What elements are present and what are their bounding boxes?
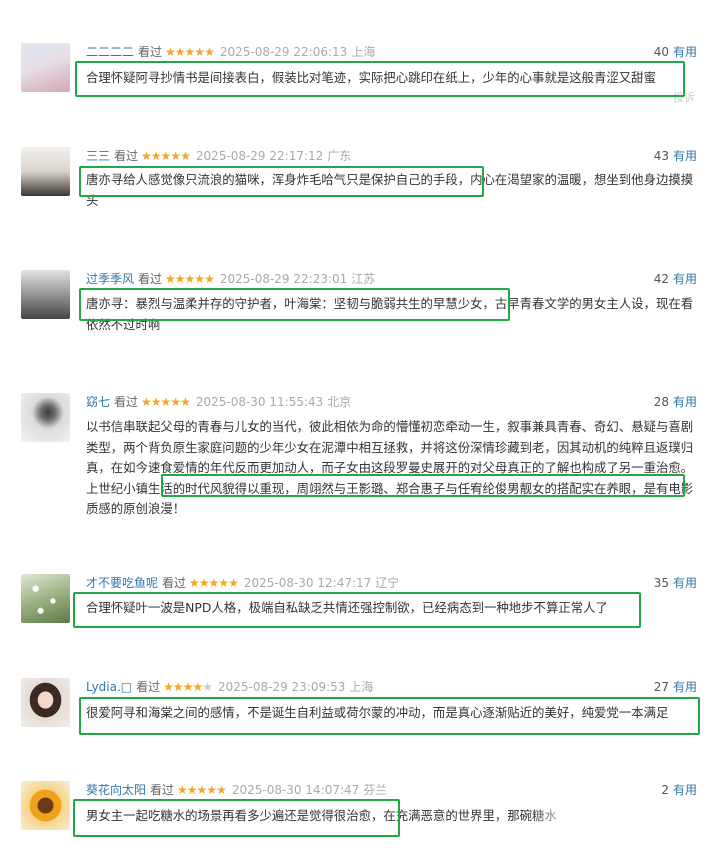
review-location: 广东 xyxy=(327,149,352,163)
watched-label: 看过 xyxy=(114,395,139,409)
rating-stars: ★★★★★ xyxy=(177,783,227,797)
watched-label: 看过 xyxy=(138,272,163,286)
review-text: 很爱阿寻和海棠之间的感情，不是诞生自利益或荷尔蒙的冲动，而是真心逐渐贴近的美好，… xyxy=(86,705,669,720)
username-link[interactable]: 葵花向太阳 xyxy=(86,783,146,797)
useful-votes: 2 有用 xyxy=(661,782,697,798)
report-link[interactable]: 投诉 xyxy=(673,89,695,105)
avatar[interactable] xyxy=(21,678,70,727)
useful-votes: 28 有用 xyxy=(654,394,697,410)
review-location: 上海 xyxy=(351,45,376,59)
review-time: 2025-08-30 12:47:17 xyxy=(243,576,372,590)
review-meta: 过季季风 看过 ★★★★★ 2025-08-29 22:23:01 江苏 xyxy=(86,271,375,287)
useful-votes: 27 有用 xyxy=(654,679,697,695)
review-location: 北京 xyxy=(327,395,352,409)
username-link[interactable]: Lydia.□ xyxy=(86,680,132,694)
review-meta: 窈七 看过 ★★★★★ 2025-08-30 11:55:43 北京 xyxy=(86,394,351,410)
useful-votes: 35 有用 xyxy=(654,575,697,591)
rating-stars: ★★★★★ xyxy=(163,680,213,694)
avatar[interactable] xyxy=(21,393,70,442)
review-location: 辽宁 xyxy=(375,576,400,590)
username-link[interactable]: 才不要吃鱼呢 xyxy=(86,576,158,590)
review-item: 葵花向太阳 看过 ★★★★★ 2025-08-30 14:07:47 芬兰 2 有用 男女… xyxy=(0,781,709,841)
review-time: 2025-08-29 22:23:01 xyxy=(219,272,348,286)
avatar[interactable] xyxy=(21,147,70,196)
vote-count: 43 xyxy=(653,149,669,163)
review-meta: 才不要吃鱼呢 看过 ★★★★★ 2025-08-30 12:47:17 辽宁 xyxy=(86,575,399,591)
review-text: 唐亦寻：暴烈与温柔并存的守护者，叶海棠：坚韧与脆弱共生的早慧少女，古早青春文学的… xyxy=(86,296,694,332)
review-text: 合理怀疑叶一波是NPD人格，极端自私缺乏共情还强控制欲，已经病态到一种地步不算正… xyxy=(86,600,608,615)
review-text: 唐亦寻给人感觉像只流浪的猫咪，浑身炸毛哈气只是保护自己的手段，内心在渴望家的温暖… xyxy=(86,172,694,208)
review-meta: 三三 看过 ★★★★★ 2025-08-29 22:17:12 广东 xyxy=(86,148,351,164)
useful-votes: 43 有用 xyxy=(654,148,697,164)
watched-label: 看过 xyxy=(138,45,163,59)
useful-votes: 40 有用 xyxy=(654,44,697,60)
rating-stars: ★★★★★ xyxy=(141,395,191,409)
watched-label: 看过 xyxy=(150,783,175,797)
useful-votes: 42 有用 xyxy=(654,271,697,287)
rating-stars: ★★★★★ xyxy=(189,576,239,590)
review-meta: 二二二二 看过 ★★★★★ 2025-08-29 22:06:13 上海 xyxy=(86,44,375,60)
useful-button[interactable]: 有用 xyxy=(673,576,697,590)
review-meta: 葵花向太阳 看过 ★★★★★ 2025-08-30 14:07:47 芬兰 xyxy=(86,782,387,798)
avatar[interactable] xyxy=(21,781,70,830)
review-meta: Lydia.□ 看过 ★★★★★ 2025-08-29 23:09:53 上海 xyxy=(86,679,373,695)
review-text: 以书信串联起父母的青春与儿女的当代，彼此相依为命的懵懂初恋牵动一生，叙事兼具青春… xyxy=(86,419,694,516)
review-location: 上海 xyxy=(349,680,374,694)
review-item: 才不要吃鱼呢 看过 ★★★★★ 2025-08-30 12:47:17 辽宁 35 有用 … xyxy=(0,574,709,634)
vote-count: 35 xyxy=(653,576,669,590)
review-text: 男女主一起吃糖水的场景再看多少遍还是觉得很治愈，在充满恶意的世界里，那碗糖水 xyxy=(86,808,557,823)
review-item: 三三 看过 ★★★★★ 2025-08-29 22:17:12 广东 43 有用 唐亦寻给… xyxy=(0,147,709,217)
rating-stars: ★★★★★ xyxy=(141,149,191,163)
review-item: Lydia.□ 看过 ★★★★★ 2025-08-29 23:09:53 上海 27 有用… xyxy=(0,678,709,738)
review-item: 二二二二 看过 ★★★★★ 2025-08-29 22:06:13 上海 40 有用 合理… xyxy=(0,43,709,105)
review-time: 2025-08-29 22:06:13 xyxy=(219,45,348,59)
useful-button[interactable]: 有用 xyxy=(673,395,697,409)
avatar[interactable] xyxy=(21,574,70,623)
avatar[interactable] xyxy=(21,270,70,319)
avatar[interactable] xyxy=(21,43,70,92)
vote-count: 42 xyxy=(653,272,669,286)
text-fade xyxy=(530,805,590,827)
rating-stars: ★★★★★ xyxy=(165,272,215,286)
review-item: 过季季风 看过 ★★★★★ 2025-08-29 22:23:01 江苏 42 有用 唐亦… xyxy=(0,270,709,340)
useful-button[interactable]: 有用 xyxy=(673,680,697,694)
rating-stars: ★★★★★ xyxy=(165,45,215,59)
username-link[interactable]: 过季季风 xyxy=(86,272,134,286)
username-link[interactable]: 二二二二 xyxy=(86,45,134,59)
useful-button[interactable]: 有用 xyxy=(673,149,697,163)
username-link[interactable]: 窈七 xyxy=(86,395,110,409)
review-text: 合理怀疑阿寻抄情书是间接表白，假装比对笔迹，实际把心跳印在纸上，少年的心事就是这… xyxy=(86,70,656,85)
review-location: 芬兰 xyxy=(363,783,388,797)
review-time: 2025-08-30 14:07:47 xyxy=(231,783,360,797)
review-time: 2025-08-30 11:55:43 xyxy=(195,395,324,409)
username-link[interactable]: 三三 xyxy=(86,149,110,163)
watched-label: 看过 xyxy=(114,149,139,163)
vote-count: 28 xyxy=(653,395,669,409)
watched-label: 看过 xyxy=(162,576,187,590)
review-item: 窈七 看过 ★★★★★ 2025-08-30 11:55:43 北京 28 有用 以书信串… xyxy=(0,393,709,523)
review-time: 2025-08-29 22:17:12 xyxy=(195,149,324,163)
watched-label: 看过 xyxy=(136,680,161,694)
review-time: 2025-08-29 23:09:53 xyxy=(217,680,346,694)
vote-count: 27 xyxy=(653,680,669,694)
useful-button[interactable]: 有用 xyxy=(673,272,697,286)
useful-button[interactable]: 有用 xyxy=(673,45,697,59)
useful-button[interactable]: 有用 xyxy=(673,783,697,797)
vote-count: 40 xyxy=(653,45,669,59)
review-location: 江苏 xyxy=(351,272,376,286)
vote-count: 2 xyxy=(661,783,669,797)
